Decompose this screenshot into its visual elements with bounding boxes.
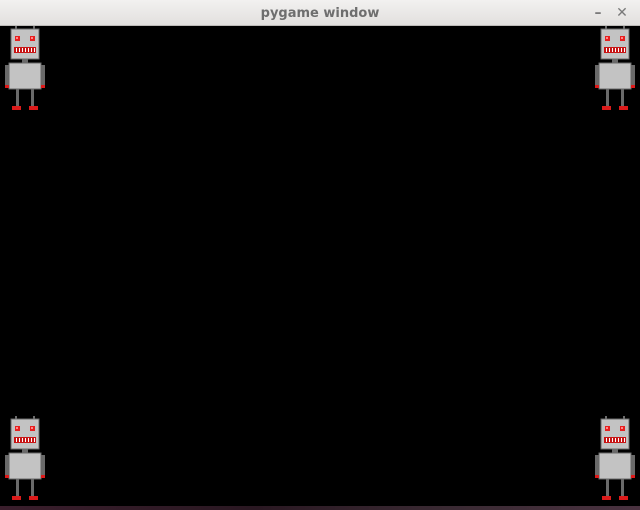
robot-icon: [595, 26, 635, 110]
window-bottom-edge: [0, 506, 640, 510]
robot-sprite-bottom-right: [595, 416, 635, 502]
robot-sprite-top-left: [5, 26, 45, 112]
close-button[interactable]: ✕: [614, 0, 630, 26]
game-canvas[interactable]: [0, 26, 640, 506]
title-bar[interactable]: pygame window – ✕: [0, 0, 640, 26]
robot-icon: [595, 416, 635, 500]
robot-icon: [5, 26, 45, 110]
robot-sprite-top-right: [595, 26, 635, 112]
robot-sprite-bottom-left: [5, 416, 45, 502]
minimize-button[interactable]: –: [590, 0, 606, 26]
robot-icon: [5, 416, 45, 500]
window-title: pygame window: [260, 6, 380, 21]
pygame-window: pygame window – ✕: [0, 0, 640, 510]
